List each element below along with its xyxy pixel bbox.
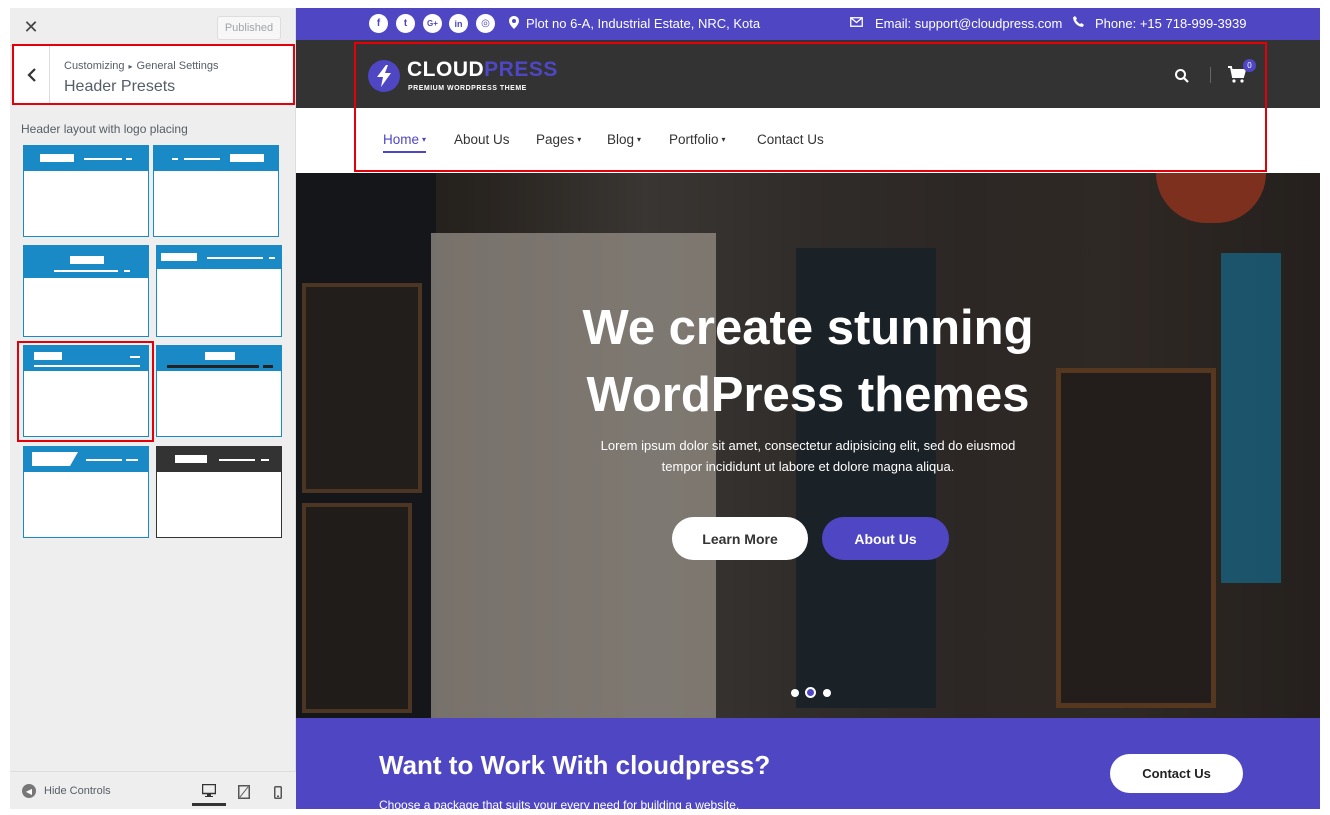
preset-menu-line	[261, 459, 269, 461]
cta-title: Want to Work With cloudpress?	[379, 750, 771, 780]
preset-logo-slant	[32, 452, 78, 466]
header-preset-1[interactable]	[23, 145, 149, 237]
hide-controls-button[interactable]: ◀ Hide Controls	[22, 784, 111, 798]
preset-bar	[24, 447, 148, 472]
hero-slider: We create stunning WordPress themes Lore…	[296, 173, 1320, 718]
selected-preset-highlight	[17, 341, 154, 442]
facebook-icon[interactable]: f	[369, 14, 388, 33]
breadcrumb-root: Customizing	[64, 60, 125, 72]
location-pin-icon	[509, 16, 519, 29]
customizer-header: ✕ Published	[10, 8, 295, 46]
hero-subtitle: Lorem ipsum dolor sit amet, consectetur …	[296, 435, 1320, 477]
learn-more-button[interactable]: Learn More	[672, 517, 808, 560]
preset-bar	[157, 246, 281, 269]
preset-bar	[24, 246, 148, 278]
header-preset-2[interactable]	[153, 145, 279, 237]
desktop-icon	[202, 784, 216, 797]
phone-link[interactable]: Phone: +15 718-999-3939	[1095, 16, 1246, 31]
collapse-arrow-icon: ◀	[22, 784, 36, 798]
twitter-icon[interactable]: t	[396, 14, 415, 33]
preset-menu-line	[207, 257, 263, 259]
linkedin-icon[interactable]: in	[449, 14, 468, 33]
header-preset-7[interactable]	[23, 446, 149, 538]
preset-logo-block	[40, 154, 74, 162]
preset-bar	[154, 146, 278, 171]
header-preset-4[interactable]	[156, 245, 282, 337]
chevron-left-icon	[26, 67, 36, 82]
preset-menu-line	[184, 158, 220, 160]
preview-desktop-button[interactable]	[192, 778, 226, 806]
preview-tablet-button[interactable]	[227, 778, 261, 806]
section-header: Customizing ▸ General Settings Header Pres…	[12, 44, 295, 105]
preset-logo-block	[205, 352, 235, 360]
header-preset-3[interactable]	[23, 245, 149, 337]
breadcrumb: Customizing ▸ General Settings	[64, 60, 218, 72]
site-preview: f t G+ in ◎ Plot no 6-A, Industrial Esta…	[296, 8, 1320, 809]
preset-logo-block	[161, 253, 197, 261]
preset-logo-block	[230, 154, 264, 162]
address-text: Plot no 6-A, Industrial Estate, NRC, Kot…	[526, 16, 761, 31]
close-customizer-button[interactable]: ✕	[10, 8, 52, 46]
mobile-icon	[274, 785, 282, 799]
customizer-footer: ◀ Hide Controls	[10, 771, 296, 809]
preset-logo-block	[175, 455, 207, 463]
preset-bar	[157, 447, 281, 472]
section-title: Header Presets	[64, 78, 176, 95]
preset-menu-line	[86, 459, 122, 461]
preset-bar	[24, 146, 148, 171]
preset-menu-line	[54, 270, 118, 272]
hero-subtitle-line: tempor incididunt ut labore et dolore ma…	[661, 459, 955, 474]
preset-logo-block	[70, 256, 104, 264]
cta-section: Want to Work With cloudpress? Choose a p…	[296, 718, 1320, 809]
breadcrumb-parent: General Settings	[136, 60, 219, 72]
layout-label: Header layout with logo placing	[21, 122, 188, 136]
customizer-panel: ✕ Published Customizing ▸ General Settings…	[10, 8, 296, 809]
close-icon: ✕	[23, 16, 39, 38]
contact-us-button[interactable]: Contact Us	[1110, 754, 1243, 793]
hero-subtitle-line: Lorem ipsum dolor sit amet, consectetur …	[600, 438, 1016, 453]
preset-menu-line	[124, 270, 130, 272]
about-us-button[interactable]: About Us	[822, 517, 949, 560]
preset-bar	[157, 346, 281, 371]
preset-menu-line	[263, 365, 273, 368]
preset-menu-line	[167, 365, 259, 368]
email-link[interactable]: Email: support@cloudpress.com	[875, 16, 1062, 31]
top-info-bar: f t G+ in ◎ Plot no 6-A, Industrial Esta…	[296, 8, 1320, 40]
hero-title-line: We create stunning	[582, 301, 1034, 355]
envelope-icon	[850, 17, 863, 27]
preview-mobile-button[interactable]	[261, 778, 295, 806]
preset-menu-line	[269, 257, 275, 259]
slider-dot-3[interactable]	[823, 689, 831, 697]
hide-controls-label: Hide Controls	[44, 785, 111, 797]
tablet-icon	[238, 785, 250, 799]
slider-dot-1[interactable]	[791, 689, 799, 697]
breadcrumb-separator: ▸	[128, 62, 133, 71]
phone-icon	[1073, 16, 1084, 27]
cta-subtitle: Choose a package that suits your every n…	[379, 798, 740, 809]
slider-dot-2[interactable]	[805, 687, 816, 698]
preset-menu-line	[126, 158, 132, 160]
preset-menu-line	[126, 459, 138, 461]
header-highlight-frame	[354, 42, 1267, 172]
preset-menu-line	[84, 158, 122, 160]
back-button[interactable]	[14, 46, 50, 103]
hero-title-line: WordPress themes	[586, 368, 1030, 422]
preset-menu-line	[219, 459, 255, 461]
header-preset-6[interactable]	[156, 345, 282, 437]
google-plus-icon[interactable]: G+	[423, 14, 442, 33]
hero-title: We create stunning WordPress themes	[296, 295, 1320, 429]
preset-menu-line	[172, 158, 178, 160]
header-preset-8[interactable]	[156, 446, 282, 538]
published-button[interactable]: Published	[217, 16, 281, 40]
instagram-icon[interactable]: ◎	[476, 14, 495, 33]
